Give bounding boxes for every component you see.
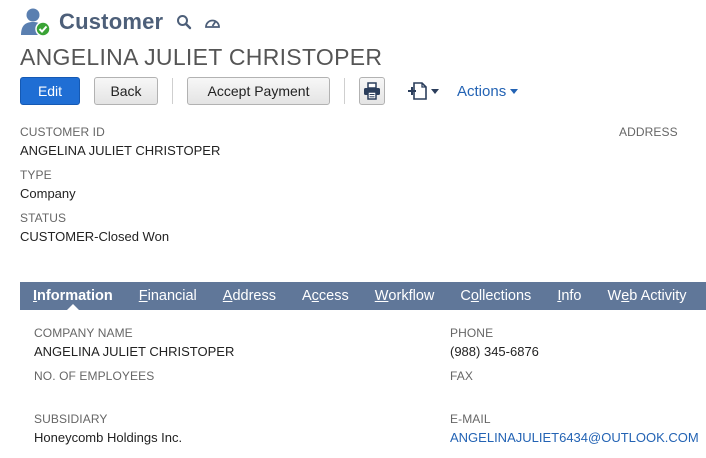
tab-web-activity[interactable]: Web Activity [608, 282, 687, 310]
back-button[interactable]: Back [94, 77, 158, 105]
tab-accel-key: c [311, 288, 319, 304]
customer-id-value: ANGELINA JULIET CHRISTOPER [20, 143, 221, 158]
tab-information[interactable]: Information [33, 282, 113, 311]
company-name-label: COMPANY NAME [34, 326, 133, 340]
page-title: Customer [59, 9, 164, 34]
tab-accel-key: A [222, 288, 233, 304]
tab-text: inancial [147, 288, 197, 304]
tab-text: nformation [37, 288, 113, 304]
subsidiary-label: SUBSIDIARY [34, 412, 108, 426]
actions-label: Actions [457, 82, 507, 100]
tab-accel-key: F [138, 288, 148, 304]
tab-address[interactable]: Address [223, 282, 276, 310]
tab-collections[interactable]: Co llections [460, 282, 531, 310]
tab-accel-key: e [621, 288, 630, 304]
tab-text: A [301, 288, 312, 304]
accept-payment-button[interactable]: Accept Payment [187, 77, 330, 105]
tab-text: ddress [232, 288, 276, 304]
tab-text: C [460, 288, 471, 304]
phone-label: PHONE [450, 326, 494, 340]
chevron-down-icon [431, 88, 439, 94]
tab-text: nfo [561, 288, 582, 304]
tab-text: b Activity [629, 288, 687, 304]
type-value: Company [20, 186, 76, 201]
phone-value: (988) 345-6876 [450, 344, 539, 359]
tab-text: llections [478, 288, 532, 304]
customer-checked-icon [20, 7, 52, 37]
page-header: Customer [20, 6, 221, 38]
toolbar-divider [172, 78, 173, 104]
chevron-down-icon [510, 88, 519, 94]
dashboard-gauge-icon[interactable] [203, 13, 221, 31]
address-label: ADDRESS [619, 125, 678, 139]
email-link[interactable]: ANGELINAJULIET6434@OUTLOOK.COM [450, 430, 699, 445]
subtab-bar: Information Financial Address Ac cess Wor… [20, 282, 706, 311]
actions-menu[interactable]: Actions [457, 82, 519, 100]
search-icon[interactable] [175, 13, 193, 31]
edit-button[interactable]: Edit [20, 77, 80, 105]
company-name-value: ANGELINA JULIET CHRISTOPER [34, 344, 235, 359]
tab-financial[interactable]: Financial [139, 282, 197, 310]
tab-workflow[interactable]: Workflow [375, 282, 435, 310]
status-label: STATUS [20, 211, 67, 225]
tab-access[interactable]: Ac cess [302, 282, 349, 310]
tab-text: cess [318, 288, 349, 304]
customer-id-label: CUSTOMER ID [20, 125, 105, 139]
record-name-title: ANGELINA JULIET CHRISTOPER [20, 44, 383, 70]
fax-label: FAX [450, 369, 473, 383]
email-label: E-MAIL [450, 412, 491, 426]
employees-label: NO. OF EMPLOYEES [34, 369, 155, 383]
tab-text: W [607, 288, 622, 304]
tab-text: orkflow [388, 288, 435, 304]
tab-accel-key: W [374, 288, 389, 304]
tab-info[interactable]: Info [557, 282, 581, 310]
type-label: TYPE [20, 168, 52, 182]
status-value: CUSTOMER-Closed Won [20, 229, 170, 244]
toolbar-divider [344, 78, 345, 104]
record-toolbar: Edit Back Accept Payment Actions [20, 76, 519, 106]
add-document-icon[interactable] [407, 81, 439, 101]
subsidiary-value: Honeycomb Holdings Inc. [34, 430, 183, 445]
print-icon[interactable] [359, 77, 385, 105]
tab-accel-key: o [470, 288, 479, 304]
